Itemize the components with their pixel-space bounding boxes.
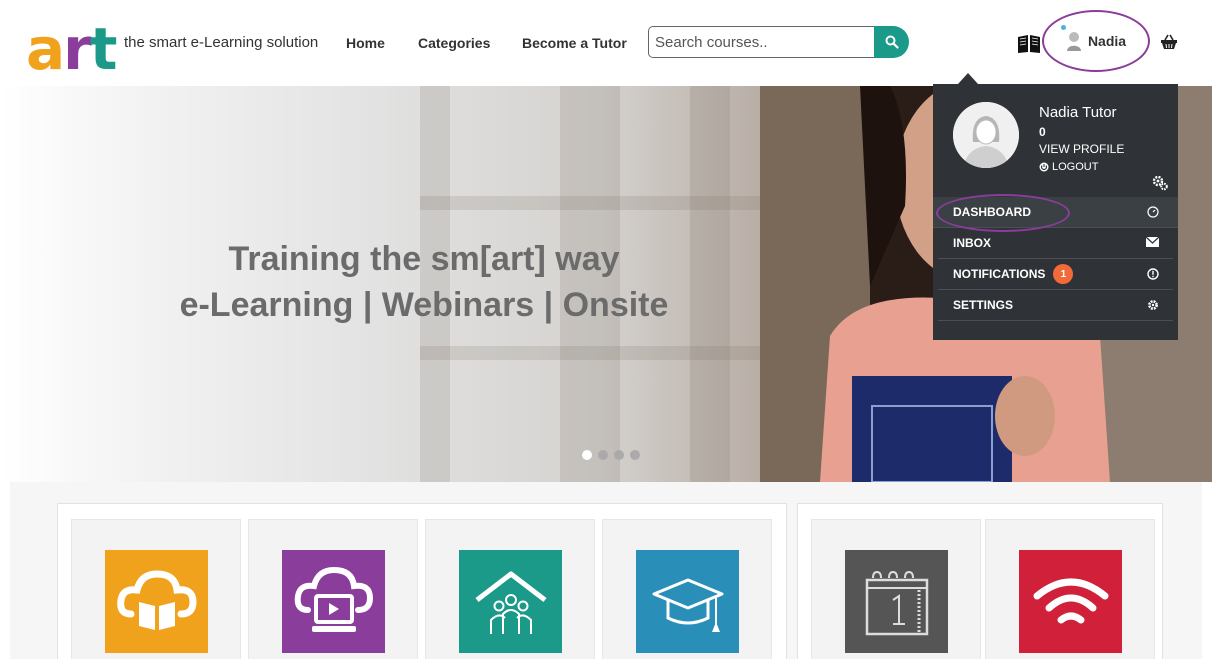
profile-full-name: Nadia Tutor [1039, 104, 1117, 121]
alert-circle-icon [1147, 268, 1159, 280]
gears-icon [1152, 175, 1168, 191]
search-button[interactable] [874, 26, 909, 58]
profile-settings-button[interactable] [1151, 175, 1169, 196]
feature-card-wifi[interactable] [985, 519, 1155, 659]
cloud-video-icon [294, 566, 373, 632]
search-input[interactable] [648, 26, 876, 58]
dropdown-caret [958, 73, 978, 84]
my-courses-button[interactable] [1017, 34, 1041, 59]
cloud-book-icon [116, 569, 197, 630]
user-avatar-icon [1066, 32, 1081, 51]
user-name: Nadia [1087, 33, 1127, 49]
classroom-icon [474, 571, 547, 634]
notification-badge: 1 [1053, 264, 1074, 284]
carousel-dot[interactable] [582, 450, 592, 460]
user-menu-button[interactable]: Nadia [1042, 10, 1150, 72]
menu-dashboard[interactable]: DASHBOARD [933, 197, 1178, 228]
graduation-cap-icon [652, 578, 723, 632]
feature-card-elearning[interactable] [71, 519, 241, 659]
hero-headline-2: e-Learning | Webinars | Onsite [179, 286, 669, 324]
user-dropdown: Nadia Tutor 0 VIEW PROFILE LOGOUT DASHBO… [933, 84, 1178, 340]
logo[interactable]: art [26, 20, 117, 78]
header: art the smart e-Learning solution Home C… [0, 0, 1212, 86]
search-icon [885, 35, 899, 49]
menu-notifications[interactable]: NOTIFICATIONS 1 [938, 259, 1173, 290]
gear-icon [1148, 300, 1158, 310]
feature-card-onsite[interactable] [425, 519, 595, 659]
nav-categories[interactable]: Categories [418, 35, 490, 51]
basket-icon [1161, 34, 1177, 49]
search-bar [648, 26, 909, 58]
tagline: the smart e-Learning solution [124, 34, 319, 51]
power-icon [1039, 162, 1049, 172]
carousel-dot[interactable] [614, 450, 624, 460]
profile-avatar [953, 102, 1019, 168]
profile-count: 0 [1039, 125, 1046, 139]
menu-settings[interactable]: SETTINGS [938, 290, 1173, 321]
nav-become-tutor[interactable]: Become a Tutor [522, 35, 627, 51]
nav-home[interactable]: Home [346, 35, 385, 51]
carousel-dot[interactable] [598, 450, 608, 460]
feature-card-webinars[interactable] [248, 519, 418, 659]
calendar-icon [865, 570, 928, 635]
logout-label: LOGOUT [1052, 161, 1099, 173]
view-profile-link[interactable]: VIEW PROFILE [1039, 142, 1124, 156]
carousel-dots [582, 450, 640, 460]
wifi-icon [1033, 578, 1108, 623]
feature-card-calendar[interactable] [811, 519, 981, 659]
menu-inbox-label: INBOX [953, 236, 992, 250]
dropdown-menu: DASHBOARD INBOX NOTIFICATIONS 1 SETTINGS [933, 197, 1178, 321]
cart-button[interactable] [1160, 34, 1178, 55]
online-dot [1061, 25, 1066, 30]
user-silhouette-icon [953, 102, 1019, 168]
menu-settings-label: SETTINGS [953, 298, 1014, 312]
menu-inbox[interactable]: INBOX [938, 228, 1173, 259]
carousel-dot[interactable] [630, 450, 640, 460]
menu-dashboard-label: DASHBOARD [953, 205, 1031, 219]
open-book-icon [1018, 35, 1040, 53]
dashboard-icon [1147, 206, 1159, 218]
logout-link[interactable]: LOGOUT [1039, 161, 1098, 173]
envelope-icon [1146, 237, 1159, 247]
feature-card-graduation[interactable] [602, 519, 772, 659]
menu-notifications-label: NOTIFICATIONS [953, 267, 1046, 281]
hero-headline-1: Training the sm[art] way [228, 240, 620, 278]
